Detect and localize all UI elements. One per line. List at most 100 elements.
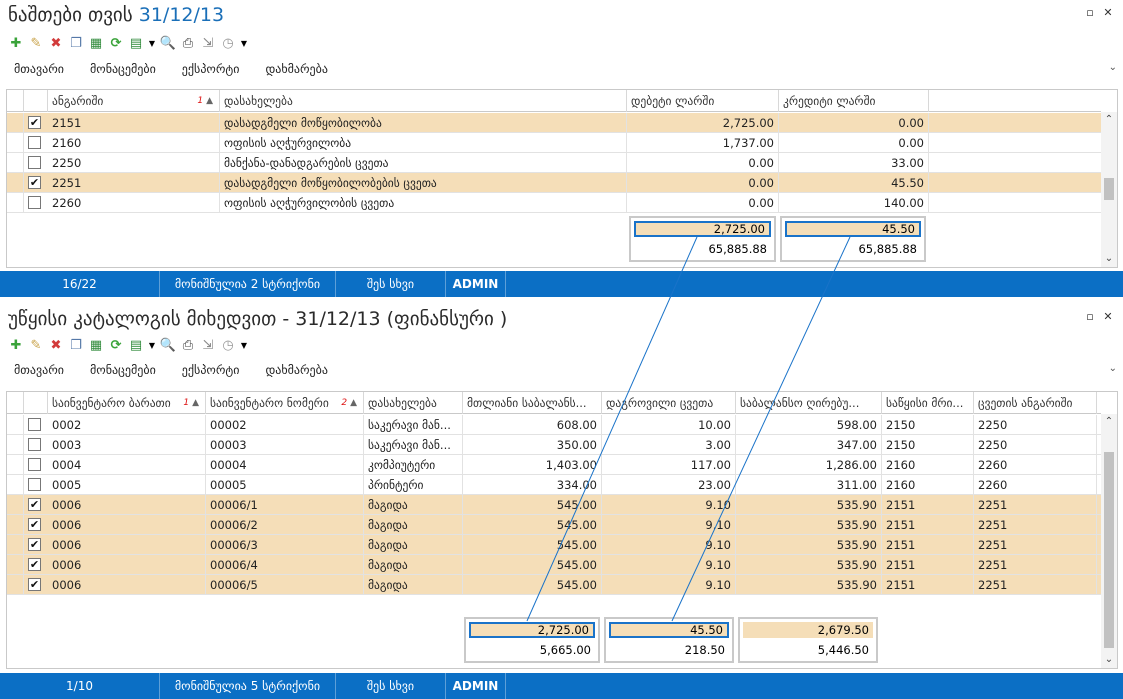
table-row[interactable]: 0002 00002 საკერავი მან... 608.00 10.00 598.0…: [7, 415, 1101, 435]
scroll-up-icon[interactable]: ⌃: [1101, 414, 1117, 430]
table-row[interactable]: ✔ 2151 დასადგმელი მოწყობილობა 2,725.00 0.00: [7, 113, 1101, 133]
header-check[interactable]: [24, 392, 48, 414]
menu-export[interactable]: ექსპორტი: [182, 363, 240, 377]
table-row[interactable]: ✔ 0006 00006/2 მაგიდა 545.00 9.10 535.90 2151 22…: [7, 515, 1101, 535]
grid-icon[interactable]: ▤: [128, 338, 144, 354]
export-icon[interactable]: ⇲: [200, 36, 216, 52]
cell-card[interactable]: 0006: [48, 555, 206, 575]
table-row[interactable]: ✔ 0006 00006/3 მაგიდა 545.00 9.10 535.90 2151 22…: [7, 535, 1101, 555]
cell-dep[interactable]: 3.00: [602, 435, 736, 455]
menu-data[interactable]: მონაცემები: [90, 62, 156, 76]
cell-total[interactable]: 545.00: [463, 555, 602, 575]
cell-acc[interactable]: 2160: [882, 455, 974, 475]
table-row[interactable]: 0005 00005 პრინტერი 334.00 23.00 311.00 2160 22…: [7, 475, 1101, 495]
header-name[interactable]: დასახელება: [364, 392, 463, 414]
excel-icon[interactable]: ▦: [88, 36, 104, 52]
cell-inv[interactable]: 00005: [206, 475, 364, 495]
cell-dep[interactable]: 9.10: [602, 555, 736, 575]
refresh-icon[interactable]: ⟳: [108, 36, 124, 52]
row-checkbox[interactable]: ✔: [28, 518, 41, 531]
cell-total[interactable]: 545.00: [463, 575, 602, 595]
cell-depacc[interactable]: 2250: [974, 415, 1097, 435]
cell-depacc[interactable]: 2251: [974, 515, 1097, 535]
cell-name[interactable]: მაგიდა: [364, 575, 463, 595]
cell-dep[interactable]: 9.10: [602, 495, 736, 515]
cell-inv[interactable]: 00002: [206, 415, 364, 435]
cell-name[interactable]: მანქანა-დანადგარების ცვეთა: [220, 153, 627, 173]
cell-name[interactable]: ოფისის აღჭურვილობა: [220, 133, 627, 153]
cell-dep[interactable]: 9.10: [602, 535, 736, 555]
print-icon[interactable]: ⎙: [180, 338, 196, 354]
cell-bal[interactable]: 311.00: [736, 475, 882, 495]
header-credit[interactable]: კრედიტი ლარში: [779, 90, 929, 112]
row-checkbox[interactable]: [28, 196, 41, 209]
table-row[interactable]: 2160 ოფისის აღჭურვილობა 1,737.00 0.00: [7, 133, 1101, 153]
row-checkbox[interactable]: ✔: [28, 176, 41, 189]
cell-dep[interactable]: 23.00: [602, 475, 736, 495]
delete-icon[interactable]: ✖: [48, 338, 64, 354]
table-row[interactable]: ✔ 2251 დასადგმელი მოწყობილობების ცვეთა 0.00…: [7, 173, 1101, 193]
cell-bal[interactable]: 1,286.00: [736, 455, 882, 475]
cell-name[interactable]: ოფისის აღჭურვილობის ცვეთა: [220, 193, 627, 213]
menu-main[interactable]: მთავარი: [14, 62, 64, 76]
cell-inv[interactable]: 00006/2: [206, 515, 364, 535]
cell-depacc[interactable]: 2251: [974, 555, 1097, 575]
cell-inv[interactable]: 00006/3: [206, 535, 364, 555]
cell-dep[interactable]: 10.00: [602, 415, 736, 435]
menu-help[interactable]: დახმარება: [265, 363, 328, 377]
excel-icon[interactable]: ▦: [88, 338, 104, 354]
cell-acc[interactable]: 2151: [882, 555, 974, 575]
vertical-scrollbar[interactable]: ⌃ ⌄: [1101, 112, 1117, 267]
cell-bal[interactable]: 347.00: [736, 435, 882, 455]
cell-debit[interactable]: 0.00: [627, 173, 779, 193]
add-icon[interactable]: ✚: [8, 338, 24, 354]
cell-acc[interactable]: 2150: [882, 435, 974, 455]
table-row[interactable]: 2250 მანქანა-დანადგარების ცვეთა 0.00 33.00: [7, 153, 1101, 173]
vertical-scrollbar[interactable]: ⌃ ⌄: [1101, 414, 1117, 668]
cell-name[interactable]: მაგიდა: [364, 495, 463, 515]
row-checkbox[interactable]: ✔: [28, 578, 41, 591]
cell-total[interactable]: 545.00: [463, 535, 602, 555]
cell-credit[interactable]: 45.50: [779, 173, 929, 193]
cell-acc[interactable]: 2150: [882, 415, 974, 435]
cell-bal[interactable]: 535.90: [736, 515, 882, 535]
cell-bal[interactable]: 535.90: [736, 575, 882, 595]
cell-name[interactable]: მაგიდა: [364, 535, 463, 555]
clock-icon[interactable]: ◷: [220, 338, 236, 354]
cell-acc[interactable]: 2151: [882, 535, 974, 555]
cell-name[interactable]: კომპიუტერი: [364, 455, 463, 475]
scroll-down-icon[interactable]: ⌄: [1101, 652, 1117, 668]
cell-card[interactable]: 0006: [48, 495, 206, 515]
more-icon[interactable]: ▼: [240, 36, 248, 52]
cell-inv[interactable]: 00004: [206, 455, 364, 475]
cell-name[interactable]: მაგიდა: [364, 555, 463, 575]
cell-depacc[interactable]: 2251: [974, 575, 1097, 595]
header-depreciation[interactable]: დაგროვილი ცვეთა: [602, 392, 736, 414]
edit-icon[interactable]: ✎: [28, 338, 44, 354]
cell-depacc[interactable]: 2251: [974, 495, 1097, 515]
table-row[interactable]: ✔ 0006 00006/1 მაგიდა 545.00 9.10 535.90 2151 22…: [7, 495, 1101, 515]
copy-icon[interactable]: ❐: [68, 36, 84, 52]
row-checkbox[interactable]: ✔: [28, 116, 41, 129]
more-icon[interactable]: ▼: [240, 338, 248, 354]
menu-main[interactable]: მთავარი: [14, 363, 64, 377]
edit-icon[interactable]: ✎: [28, 36, 44, 52]
table-row[interactable]: 0004 00004 კომპიუტერი 1,403.00 117.00 1,286.0…: [7, 455, 1101, 475]
close-icon[interactable]: ✕: [1101, 6, 1115, 19]
cell-bal[interactable]: 598.00: [736, 415, 882, 435]
menu-data[interactable]: მონაცემები: [90, 363, 156, 377]
cell-acc[interactable]: 2160: [882, 475, 974, 495]
row-checkbox[interactable]: [28, 458, 41, 471]
header-inv-number[interactable]: საინვენტარო ნომერი 2 ▲: [206, 392, 364, 414]
cell-total[interactable]: 545.00: [463, 495, 602, 515]
cell-debit[interactable]: 2,725.00: [627, 113, 779, 133]
cell-credit[interactable]: 0.00: [779, 113, 929, 133]
row-checkbox[interactable]: [28, 438, 41, 451]
cell-card[interactable]: 0005: [48, 475, 206, 495]
row-checkbox[interactable]: ✔: [28, 498, 41, 511]
preview-icon[interactable]: 🔍: [160, 36, 176, 52]
cell-card[interactable]: 0006: [48, 535, 206, 555]
cell-total[interactable]: 1,403.00: [463, 455, 602, 475]
header-dep-account[interactable]: ცვეთის ანგარიში: [974, 392, 1097, 414]
dropdown-icon[interactable]: ▼: [148, 338, 156, 354]
